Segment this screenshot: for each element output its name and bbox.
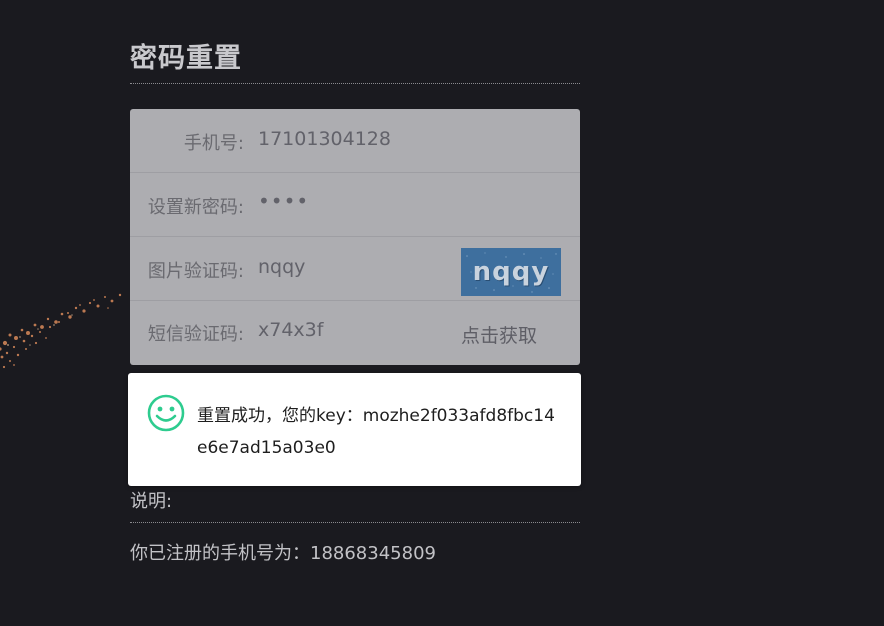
captcha-input[interactable] xyxy=(258,256,458,278)
phone-row: 手机号: xyxy=(130,109,580,173)
phone-input[interactable] xyxy=(258,128,458,150)
phone-label: 手机号: xyxy=(183,133,244,154)
sms-label: 短信验证码: xyxy=(147,324,244,345)
smile-icon xyxy=(147,394,185,432)
new-password-label: 设置新密码: xyxy=(147,197,244,218)
sms-row: 短信验证码: 点击获取 xyxy=(130,300,580,364)
toast-message: 重置成功，您的key：mozhe2f033afd8fbc14e6e7ad15a0… xyxy=(197,406,555,458)
new-password-input[interactable]: •••• xyxy=(258,189,458,213)
page: 密码重置 手机号: 设置新密码: •••• 图片验证码: xyxy=(0,0,884,626)
page-title: 密码重置 xyxy=(130,43,242,74)
success-toast: 重置成功，您的key：mozhe2f033afd8fbc14e6e7ad15a0… xyxy=(128,373,581,486)
get-sms-code-button[interactable]: 点击获取 xyxy=(461,321,537,348)
sparkle-decoration xyxy=(0,293,122,369)
captcha-row: 图片验证码: nqqy xyxy=(130,237,580,301)
notes-label: 说明: xyxy=(130,491,173,512)
captcha-noise xyxy=(466,252,557,293)
captcha-label: 图片验证码: xyxy=(147,261,244,282)
title-divider xyxy=(130,83,580,84)
notes-divider xyxy=(130,522,580,523)
notes-text: 你已注册的手机号为：18868345809 xyxy=(130,543,436,564)
sms-input[interactable] xyxy=(258,319,458,341)
reset-form: 手机号: 设置新密码: •••• 图片验证码: nqqy xyxy=(130,109,580,365)
new-password-row: 设置新密码: •••• xyxy=(130,173,580,237)
captcha-image[interactable]: nqqy xyxy=(461,248,561,296)
